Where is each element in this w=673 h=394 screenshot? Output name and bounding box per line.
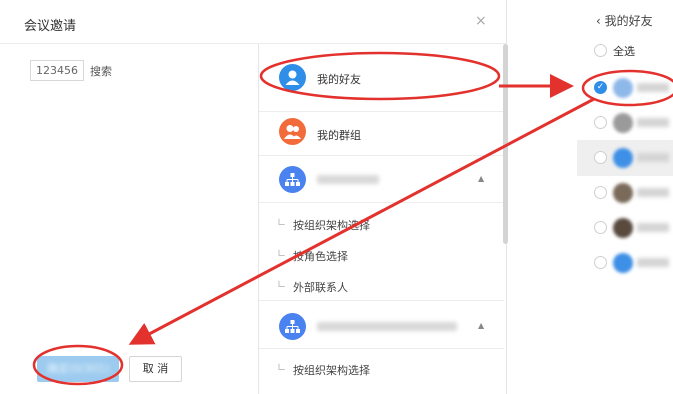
screenshot: 会议邀请 × 123456 搜索 确定(0/301) 取 消 我的好友 我的群组… — [0, 0, 673, 394]
highlight-circle-my-friends — [259, 51, 501, 101]
annotation-overlay — [32, 51, 673, 386]
highlight-circle-confirm — [32, 344, 124, 386]
highlight-circle-selected-friend — [581, 69, 673, 107]
arrow-to-confirm — [128, 97, 595, 345]
